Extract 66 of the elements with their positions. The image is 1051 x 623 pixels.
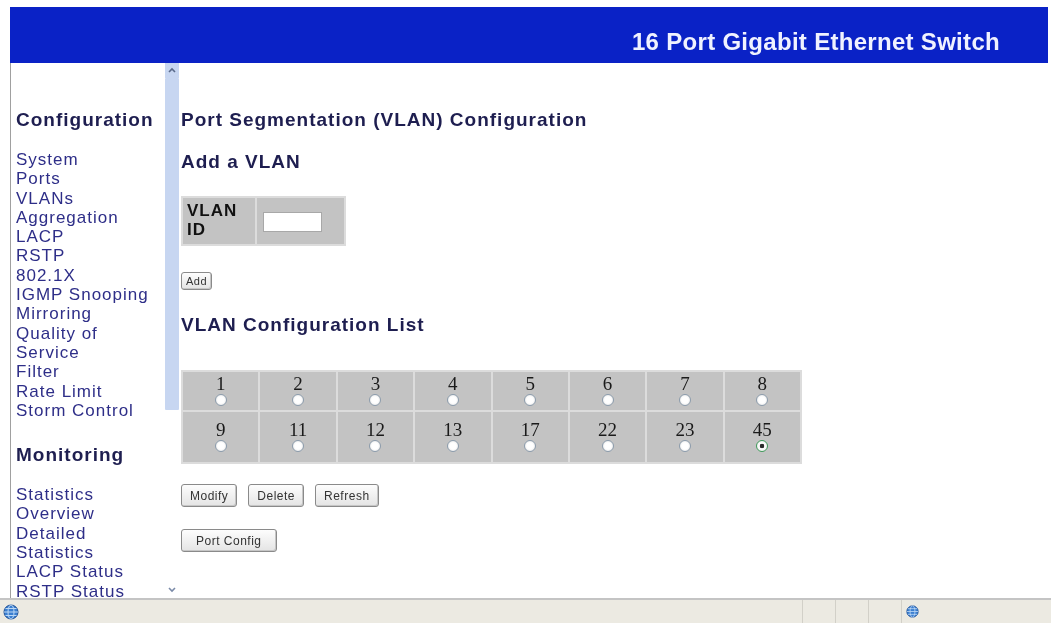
refresh-button[interactable]: Refresh [315,484,379,507]
nav-link[interactable]: System [16,150,79,170]
nav-link[interactable]: Statistics Overview [16,485,156,524]
nav-link[interactable]: RSTP Status [16,581,125,598]
radio-button[interactable] [756,394,769,406]
vlan-number: 11 [288,422,308,438]
add-button[interactable]: Add [181,272,213,290]
radio-button[interactable] [292,394,305,406]
radio-button[interactable] [678,440,691,452]
vlan-number: 45 [752,422,772,438]
nav-link[interactable]: 802.1X [16,265,76,286]
vlan-number: 3 [370,376,381,392]
vlan-number: 1 [215,376,226,392]
nav-link[interactable]: Quality of Service [16,323,156,363]
globe-icon [906,605,919,618]
page-title: Port Segmentation (VLAN) Configuration [181,109,588,131]
nav-link[interactable]: LACP Status [16,562,125,582]
vlan-number: 9 [215,422,226,438]
radio-button[interactable] [369,440,382,452]
vlan-number: 13 [443,422,463,438]
vlan-number: 7 [680,376,690,392]
nav-heading: Monitoring [16,443,125,468]
vlan-id-field[interactable] [263,212,322,232]
field-label: VLAN ID [187,201,239,239]
nav-link[interactable]: LACP [16,227,65,247]
nav-link[interactable]: RSTP [16,246,66,266]
radio-button[interactable] [601,440,614,452]
vlan-number: 23 [675,422,695,438]
nav-link[interactable]: Aggregation [16,207,119,228]
radio-button[interactable] [756,440,769,452]
vlan-number: 5 [525,376,535,392]
section-heading: Add a VLAN [181,151,301,173]
nav-heading: Configuration [16,108,154,132]
port-config-button[interactable]: Port Config [181,529,277,552]
nav-link[interactable]: IGMP Snooping [16,285,149,305]
vlan-number: 22 [598,422,618,438]
nav-link[interactable]: Ports [16,169,61,189]
banner-title: 16 Port Gigabit Ethernet Switch [631,27,1000,57]
delete-button[interactable]: Delete [248,484,305,507]
scrollbar-thumb[interactable] [165,78,179,410]
radio-button[interactable] [678,394,691,406]
vlan-number: 2 [293,376,303,392]
nav-link[interactable]: Detailed Statistics [16,523,156,563]
globe-icon [3,603,19,620]
chevron-up-icon[interactable] [165,63,179,78]
radio-button[interactable] [369,394,382,406]
radio-button[interactable] [446,440,459,452]
nav-link[interactable]: Rate Limit [16,381,103,401]
radio-button[interactable] [214,394,227,406]
radio-button[interactable] [524,440,537,452]
radio-button[interactable] [292,440,305,452]
nav-link[interactable]: Storm Control [16,400,134,421]
nav-link[interactable]: Filter [16,362,60,382]
nav-link[interactable]: Mirroring [16,304,93,324]
radio-button[interactable] [214,440,227,452]
radio-button[interactable] [524,394,537,406]
radio-button[interactable] [446,394,459,406]
vlan-number: 17 [520,422,540,438]
radio-button[interactable] [601,394,614,406]
nav-link[interactable]: VLANs [16,188,74,208]
vlan-number: 4 [448,376,458,392]
vlan-number: 12 [365,422,385,438]
vlan-number: 8 [757,376,768,392]
vlan-number: 6 [602,376,613,392]
modify-button[interactable]: Modify [181,484,238,507]
section-heading: VLAN Configuration List [181,314,425,336]
